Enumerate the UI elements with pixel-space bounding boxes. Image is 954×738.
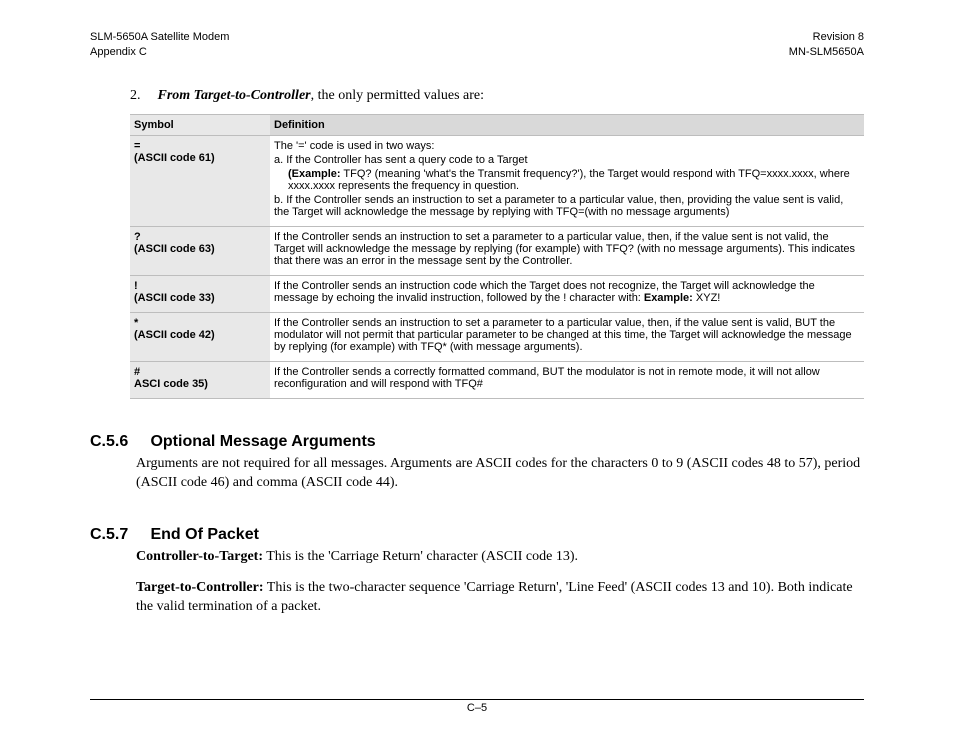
def-text: If the Controller sends an instruction t… — [274, 231, 858, 267]
symbol-char: # — [134, 366, 264, 378]
table-row: # ASCI code 35) If the Controller sends … — [130, 361, 864, 398]
definition-cell: If the Controller sends a correctly form… — [270, 361, 864, 398]
section-paragraph: Controller-to-Target: This is the 'Carri… — [136, 548, 864, 567]
symbol-cell: ! (ASCII code 33) — [130, 275, 270, 312]
symbol-code: (ASCII code 61) — [134, 152, 264, 164]
definition-cell: If the Controller sends an instruction c… — [270, 275, 864, 312]
def-text-post: XYZ! — [693, 292, 721, 304]
table-header-row: Symbol Definition — [130, 114, 864, 135]
table-row: * (ASCII code 42) If the Controller send… — [130, 312, 864, 361]
def-text: If the Controller sends a correctly form… — [274, 366, 858, 390]
symbol-char: ? — [134, 231, 264, 243]
def-text: If the Controller sends an instruction c… — [274, 280, 858, 304]
header-left-line2: Appendix C — [90, 45, 229, 60]
th-symbol: Symbol — [130, 114, 270, 135]
header-right-line2: MN-SLM5650A — [789, 45, 864, 60]
intro-rest: , the only permitted values are: — [311, 88, 484, 103]
th-definition: Definition — [270, 114, 864, 135]
table-row: ! (ASCII code 33) If the Controller send… — [130, 275, 864, 312]
intro-line: 2. From Target-to-Controller, the only p… — [90, 88, 864, 104]
symbol-cell: # ASCI code 35) — [130, 361, 270, 398]
section-number: C.5.7 — [90, 526, 146, 544]
section-heading: C.5.7 End Of Packet — [90, 526, 864, 544]
definition-cell: The '=' code is used in two ways: a. If … — [270, 135, 864, 226]
para-text: This is the 'Carriage Return' character … — [263, 549, 578, 564]
header-right: Revision 8 MN-SLM5650A — [789, 30, 864, 60]
symbol-code: ASCI code 35) — [134, 378, 264, 390]
page-header: SLM-5650A Satellite Modem Appendix C Rev… — [90, 30, 864, 60]
symbol-cell: = (ASCII code 61) — [130, 135, 270, 226]
symbol-char: * — [134, 317, 264, 329]
symbol-char: ! — [134, 280, 264, 292]
def-example-text: TFQ? (meaning 'what's the Transmit frequ… — [288, 168, 850, 192]
def-text: If the Controller sends an instruction t… — [274, 317, 858, 353]
table-row: = (ASCII code 61) The '=' code is used i… — [130, 135, 864, 226]
symbol-code: (ASCII code 42) — [134, 329, 264, 341]
definition-cell: If the Controller sends an instruction t… — [270, 312, 864, 361]
symbol-code: (ASCII code 63) — [134, 243, 264, 255]
page-container: SLM-5650A Satellite Modem Appendix C Rev… — [0, 0, 954, 738]
symbol-cell: ? (ASCII code 63) — [130, 226, 270, 275]
definition-cell: If the Controller sends an instruction t… — [270, 226, 864, 275]
section-title: End Of Packet — [150, 526, 258, 543]
symbol-char: = — [134, 140, 264, 152]
def-text: b. If the Controller sends an instructio… — [274, 194, 858, 218]
header-left: SLM-5650A Satellite Modem Appendix C — [90, 30, 229, 60]
def-example: (Example: TFQ? (meaning 'what's the Tran… — [288, 168, 858, 192]
para-lead: Controller-to-Target: — [136, 549, 263, 564]
def-text: The '=' code is used in two ways: — [274, 140, 858, 152]
page-footer: C–5 — [90, 699, 864, 714]
symbol-table: Symbol Definition = (ASCII code 61) The … — [130, 114, 864, 399]
section-title: Optional Message Arguments — [150, 433, 375, 450]
table-row: ? (ASCII code 63) If the Controller send… — [130, 226, 864, 275]
intro-lead: From Target-to-Controller — [158, 88, 311, 103]
symbol-cell: * (ASCII code 42) — [130, 312, 270, 361]
def-text-bold: Example: — [644, 292, 693, 304]
def-text: a. If the Controller has sent a query co… — [274, 154, 858, 166]
symbol-code: (ASCII code 33) — [134, 292, 264, 304]
header-right-line1: Revision 8 — [789, 30, 864, 45]
section-number: C.5.6 — [90, 433, 146, 451]
page-number: C–5 — [467, 702, 487, 714]
header-left-line1: SLM-5650A Satellite Modem — [90, 30, 229, 45]
def-example-label: (Example: — [288, 168, 341, 180]
def-text-pre: If the Controller sends an instruction c… — [274, 280, 815, 304]
intro-number: 2. — [130, 88, 154, 104]
section-heading: C.5.6 Optional Message Arguments — [90, 433, 864, 451]
section-paragraph: Arguments are not required for all messa… — [136, 455, 864, 493]
para-lead: Target-to-Controller: — [136, 580, 264, 595]
section-paragraph: Target-to-Controller: This is the two-ch… — [136, 579, 864, 617]
